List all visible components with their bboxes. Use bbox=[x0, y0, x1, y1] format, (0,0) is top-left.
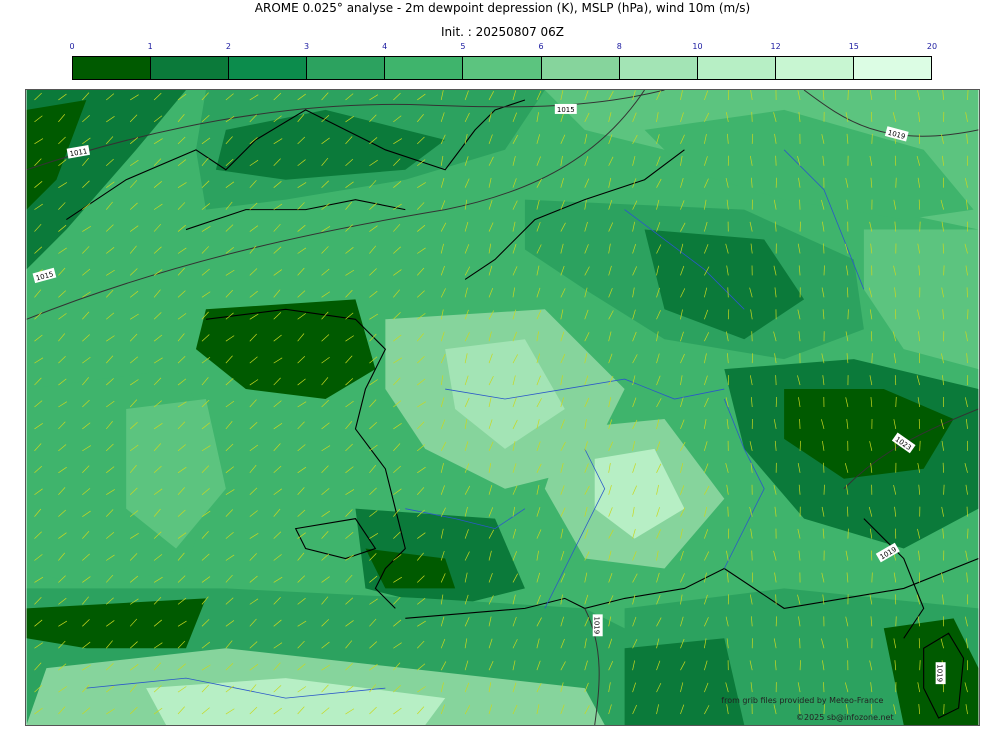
colorbar-cell bbox=[229, 57, 308, 79]
colorbar bbox=[72, 56, 932, 80]
tick-label: 20 bbox=[926, 42, 938, 51]
isobar-label: 1019 bbox=[936, 664, 944, 682]
tick-label: 0 bbox=[69, 42, 75, 51]
colorbar-cell bbox=[697, 57, 776, 79]
init-time: Init. : 20250807 06Z bbox=[440, 25, 565, 39]
tick-label: 5 bbox=[460, 42, 466, 51]
weather-map: 1015 1011 1015 1019 1023 1019 1019 1019 … bbox=[25, 89, 980, 726]
colorbar-cell bbox=[463, 57, 542, 79]
tick-label: 2 bbox=[225, 42, 231, 51]
tick-label: 10 bbox=[692, 42, 703, 51]
colorbar-ticks: 0 1 2 3 4 5 6 8 10 12 15 20 bbox=[69, 42, 937, 54]
tick-label: 12 bbox=[770, 42, 781, 51]
colorbar-cell bbox=[307, 57, 386, 79]
colorbar-cell bbox=[775, 57, 854, 79]
colorbar-cell bbox=[619, 57, 698, 79]
source-credit: from grib files provided by Meteo-France bbox=[721, 696, 883, 705]
colorbar-cell bbox=[73, 57, 152, 79]
isobar-label: 1015 bbox=[557, 106, 575, 114]
colorbar-cell bbox=[385, 57, 464, 79]
isobar-label: 1019 bbox=[593, 616, 601, 634]
colorbar-cell bbox=[541, 57, 620, 79]
copyright: ©2025 sb@infozone.net bbox=[796, 713, 894, 722]
chart-title: AROME 0.025° analyse - 2m dewpoint depre… bbox=[254, 1, 751, 15]
tick-label: 4 bbox=[382, 42, 388, 51]
colorbar-cell bbox=[853, 57, 932, 79]
tick-label: 3 bbox=[303, 42, 310, 51]
tick-label: 6 bbox=[538, 42, 544, 51]
tick-label: 1 bbox=[147, 42, 153, 51]
colorbar-cell bbox=[151, 57, 230, 79]
tick-label: 8 bbox=[616, 42, 622, 51]
tick-label: 15 bbox=[848, 42, 859, 51]
